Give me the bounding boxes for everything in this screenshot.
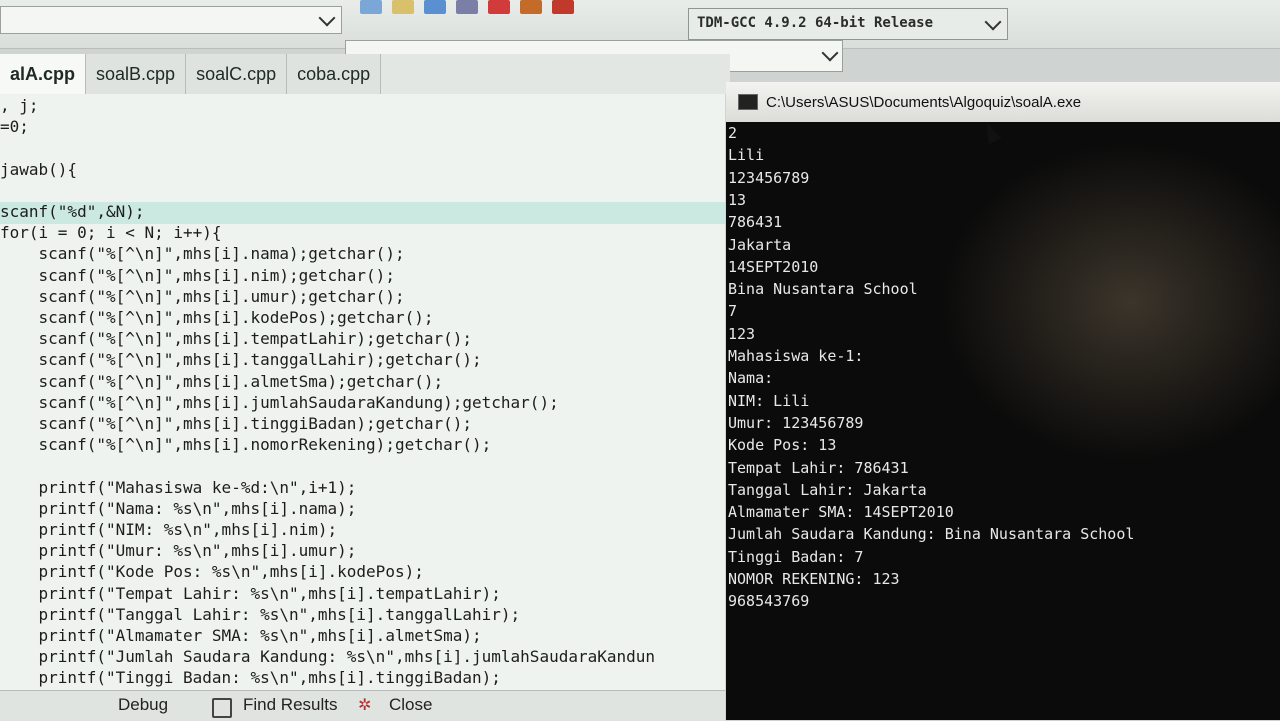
console-line: 13 bbox=[728, 190, 747, 209]
compiler-select[interactable]: TDM-GCC 4.9.2 64-bit Release bbox=[688, 8, 1008, 40]
find-results-icon bbox=[212, 698, 232, 718]
chevron-down-icon bbox=[984, 13, 1002, 31]
toolbar-button-icon[interactable] bbox=[424, 0, 446, 14]
console-app-icon bbox=[738, 94, 758, 110]
code-line: printf("Mahasiswa ke-%d:\n",i+1); bbox=[0, 477, 357, 497]
tab-file[interactable]: soalB.cpp bbox=[86, 54, 187, 94]
code-line: scanf("%d",&N); bbox=[0, 202, 725, 224]
code-line: scanf("%[^\n]",mhs[i].tanggalLahir);getc… bbox=[0, 350, 482, 370]
console-line: Bina Nusantara School bbox=[728, 280, 918, 299]
toolbar-button-icon[interactable] bbox=[520, 0, 542, 14]
code-line: for(i = 0; i < N; i++){ bbox=[0, 223, 222, 243]
console-line: 786431 bbox=[728, 213, 783, 232]
console-line: Tinggi Badan: 7 bbox=[728, 547, 864, 566]
code-line: scanf("%[^\n]",mhs[i].jumlahSaudaraKandu… bbox=[0, 392, 559, 412]
tab-file[interactable]: alA.cpp bbox=[0, 54, 87, 94]
code-line: printf("Jumlah Saudara Kandung: %s\n",mh… bbox=[0, 647, 656, 667]
console-line: Mahasiswa ke-1: bbox=[728, 347, 864, 365]
toolbar-button-icon[interactable] bbox=[552, 0, 574, 14]
toolbar-button-icon[interactable] bbox=[456, 0, 478, 14]
console-title: C:\Users\ASUS\Documents\Algoquiz\soalA.e… bbox=[766, 93, 1082, 111]
code-line: printf("Almamater SMA: %s\n",mhs[i].alme… bbox=[0, 626, 482, 645]
toolbar-button-icon[interactable] bbox=[392, 0, 414, 14]
console-line: Jakarta bbox=[728, 235, 792, 254]
console-window[interactable]: C:\Users\ASUS\Documents\Algoquiz\soalA.e… bbox=[726, 82, 1280, 720]
code-line: printf("Tinggi Badan: %s\n",mhs[i].tingg… bbox=[0, 668, 501, 688]
code-line: scanf("%[^\n]",mhs[i].nim);getchar(); bbox=[0, 265, 395, 285]
console-line: Almamater SMA: 14SEPT2010 bbox=[728, 503, 954, 522]
chevron-down-icon bbox=[318, 9, 336, 27]
console-line: 968543769 bbox=[728, 592, 810, 611]
toolbar-button-icon[interactable] bbox=[360, 0, 382, 14]
code-line: scanf("%[^\n]",mhs[i].nama);getchar(); bbox=[0, 244, 405, 264]
tab-debug[interactable]: Debug bbox=[118, 695, 168, 715]
code-line: =0; bbox=[0, 117, 29, 137]
chevron-down-icon bbox=[821, 44, 839, 62]
console-line: 123456789 bbox=[728, 168, 810, 187]
toolbar-button-icon[interactable] bbox=[488, 0, 510, 14]
code-line: scanf("%[^\n]",mhs[i].tempatLahir);getch… bbox=[0, 329, 473, 349]
code-line: printf("Tempat Lahir: %s\n",mhs[i].tempa… bbox=[0, 583, 501, 603]
console-line: Umur: 123456789 bbox=[728, 413, 864, 432]
code-line: printf("Nama: %s\n",mhs[i].nama); bbox=[0, 498, 357, 518]
console-line: NOMOR REKENING: 123 bbox=[728, 570, 900, 588]
compiler-label: TDM-GCC 4.9.2 64-bit Release bbox=[697, 15, 934, 31]
code-line: scanf("%[^\n]",mhs[i].nomorRekening);get… bbox=[0, 435, 492, 455]
code-line: scanf("%[^\n]",mhs[i].almetSma);getchar(… bbox=[0, 371, 444, 391]
file-tabs: alA.cpp soalB.cpp soalC.cpp coba.cpp bbox=[0, 54, 730, 94]
code-line: printf("Kode Pos: %s\n",mhs[i].kodePos); bbox=[0, 562, 424, 582]
code-editor[interactable]: , j; =0; jawab(){ scanf("%d",&N); for(i = 0;… bbox=[0, 94, 725, 690]
console-line: 7 bbox=[728, 302, 738, 321]
console-line: Jumlah Saudara Kandung: Bina Nusantara S… bbox=[728, 525, 1135, 544]
console-line: Kode Pos: 13 bbox=[728, 436, 837, 455]
toolbar-icons bbox=[360, 0, 574, 14]
tab-file[interactable]: coba.cpp bbox=[287, 54, 382, 94]
tab-close[interactable]: Close bbox=[389, 695, 432, 715]
console-line: NIM: Lili bbox=[728, 391, 810, 410]
bottom-panel-bar: Debug Find Results ✲ Close bbox=[0, 690, 725, 721]
tab-find-results[interactable]: Find Results bbox=[243, 695, 337, 715]
close-icon: ✲ bbox=[358, 697, 372, 714]
code-line: scanf("%[^\n]",mhs[i].umur);getchar(); bbox=[0, 286, 405, 306]
code-line: printf("Tanggal Lahir: %s\n",mhs[i].tang… bbox=[0, 604, 521, 624]
console-line: Lili bbox=[728, 146, 765, 165]
console-line: Nama: bbox=[728, 369, 774, 388]
code-line: printf("NIM: %s\n",mhs[i].nim); bbox=[0, 520, 338, 539]
console-line: 123 bbox=[728, 324, 756, 343]
console-line: Tanggal Lahir: Jakarta bbox=[728, 480, 927, 499]
code-line: scanf("%[^\n]",mhs[i].kodePos);getchar()… bbox=[0, 308, 434, 327]
code-line: scanf("%[^\n]",mhs[i].tinggiBadan);getch… bbox=[0, 414, 473, 433]
class-combo[interactable] bbox=[0, 6, 342, 34]
screen-glare bbox=[940, 142, 1280, 462]
tab-file[interactable]: soalC.cpp bbox=[186, 54, 288, 94]
console-line: Tempat Lahir: 786431 bbox=[728, 458, 909, 477]
code-line: , j; bbox=[0, 96, 39, 115]
code-line: jawab(){ bbox=[0, 159, 78, 179]
console-titlebar[interactable]: C:\Users\ASUS\Documents\Algoquiz\soalA.e… bbox=[726, 82, 1280, 122]
console-line: 14SEPT2010 bbox=[728, 257, 819, 276]
console-line: 2 bbox=[728, 124, 738, 142]
code-line: printf("Umur: %s\n",mhs[i].umur); bbox=[0, 541, 357, 561]
